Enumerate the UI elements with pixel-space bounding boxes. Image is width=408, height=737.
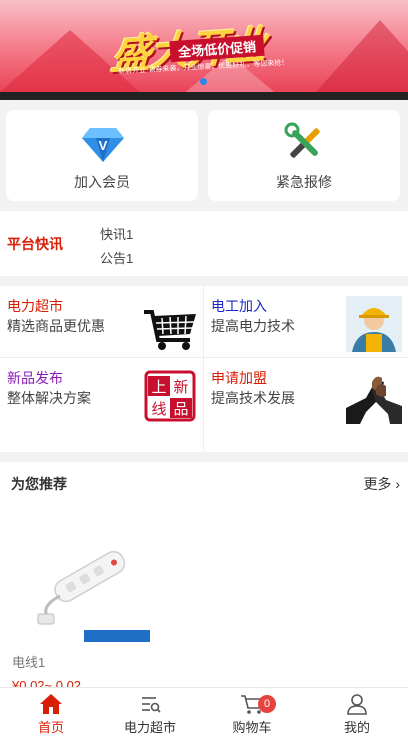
market-list-icon (142, 697, 161, 713)
handshake-icon (346, 368, 402, 424)
grid-item-electrician-join[interactable]: 电工加入 提高电力技术 (204, 286, 408, 356)
recommend-section: 为您推荐 更多 › 电线1 ¥0.02~ 0.02 (0, 462, 408, 693)
tab-label: 首页 (37, 720, 64, 735)
tab-cart[interactable]: 0 购物车 (201, 688, 303, 737)
grid-item-power-market[interactable]: 电力超市 精选商品更优惠 (0, 286, 204, 356)
more-label: 更多 (363, 476, 392, 492)
tab-power-market[interactable]: 电力超市 (99, 688, 201, 737)
grid-item-desc: 提高技术发展 (211, 390, 295, 406)
more-link[interactable]: 更多 › (363, 474, 400, 494)
shopping-cart-icon (144, 310, 196, 350)
emergency-repair-card[interactable]: 紧急报修 (208, 110, 400, 201)
news-title: 平台快讯 (7, 236, 63, 252)
recommend-title: 为您推荐 (11, 476, 67, 492)
join-member-card[interactable]: V 加入会员 (6, 110, 198, 201)
banner-footer-strip (0, 92, 408, 100)
grid-item-title: 电工加入 (211, 298, 267, 314)
grid-item-title: 新品发布 (7, 370, 63, 386)
quick-actions: V 加入会员 紧急报修 (0, 100, 408, 211)
product-card[interactable]: 电线1 ¥0.02~ 0.02 (0, 502, 168, 693)
platform-news: 平台快讯 快讯1 公告1 (0, 211, 408, 276)
chevron-right-icon: › (395, 476, 400, 492)
product-name: 电线1 (12, 655, 46, 670)
promo-banner[interactable]: 盛大开业 全场低价促销 新店开业·领券来袭，开业惊喜，优惠好礼，等您来抢！ (0, 0, 408, 100)
grid-item-new-release[interactable]: 新品发布 整体解决方案 上 新 线 品 (0, 358, 204, 428)
news-item[interactable]: 快讯1 (100, 224, 133, 243)
power-strip-image (20, 526, 155, 646)
vip-diamond-icon: V (82, 128, 124, 162)
stamp-char: 品 (173, 400, 188, 418)
svg-text:V: V (99, 138, 108, 153)
electrician-worker-icon (346, 296, 402, 352)
emergency-repair-label: 紧急报修 (276, 174, 332, 190)
tab-home[interactable]: 首页 (0, 688, 102, 737)
stamp-char: 上 (151, 378, 166, 396)
new-product-stamp-icon: 上 新 线 品 (142, 368, 198, 424)
news-item[interactable]: 公告1 (100, 248, 133, 267)
grid-item-apply-franchise[interactable]: 申请加盟 提高技术发展 (204, 358, 408, 428)
stamp-char: 新 (173, 378, 188, 396)
join-member-label: 加入会员 (74, 174, 130, 190)
tab-label: 我的 (343, 720, 370, 735)
banner-decoration (300, 20, 408, 100)
stamp-char: 线 (151, 400, 166, 418)
grid-item-title: 电力超市 (7, 298, 63, 314)
grid-item-desc: 提高电力技术 (211, 318, 295, 334)
cart-count-badge: 0 (258, 695, 276, 713)
feature-grid: 电力超市 精选商品更优惠 电工加入 提高电力技术 新品发布 整体解决方案 上 新… (0, 286, 408, 452)
user-icon (347, 694, 367, 715)
tab-mine[interactable]: 我的 (306, 688, 408, 737)
repair-tools-icon (284, 122, 320, 158)
home-icon (40, 694, 62, 714)
grid-item-desc: 精选商品更优惠 (7, 318, 105, 334)
bottom-tabbar: 首页 电力超市 0 购物车 我的 (0, 687, 408, 737)
grid-item-title: 申请加盟 (211, 370, 267, 386)
banner-indicator-dot[interactable] (200, 78, 207, 85)
tab-label: 电力超市 (123, 720, 176, 735)
tab-label: 购物车 (232, 720, 272, 735)
grid-item-desc: 整体解决方案 (7, 390, 91, 406)
